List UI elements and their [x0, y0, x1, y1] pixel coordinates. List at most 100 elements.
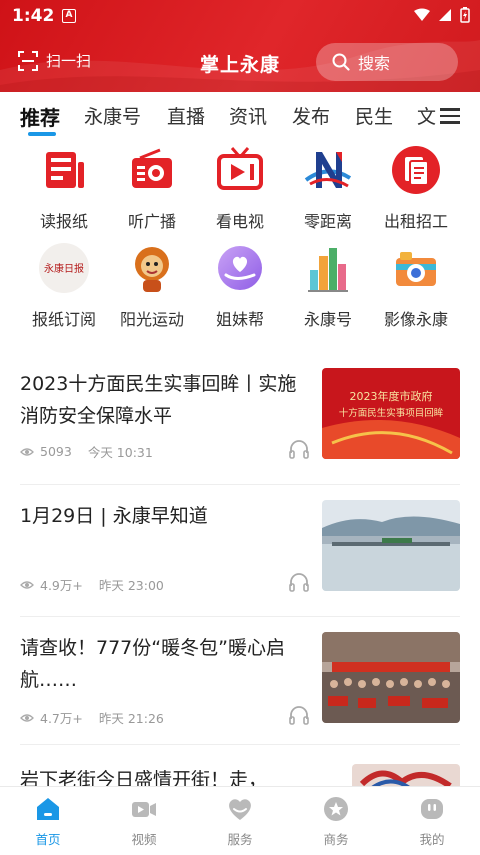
shortcut-label: 永康号: [303, 310, 352, 329]
shortcut-yongkang-account[interactable]: 永康号: [280, 242, 376, 330]
heart-hand-icon: [218, 246, 262, 290]
views-eye-icon: [20, 447, 34, 456]
tab-yongkang-hao[interactable]: 永康号: [84, 102, 141, 129]
star-badge-icon: [324, 797, 348, 821]
news-title: 2023十方面民生实事回眸丨实施消防安全保障水平: [20, 373, 297, 427]
active-tab-indicator: [28, 132, 56, 136]
shortcut-label: 姐妹帮: [215, 310, 264, 329]
bottom-nav-home[interactable]: 首页: [0, 795, 96, 848]
news-title: 1月29日 | 永康早知道: [20, 505, 208, 527]
search-placeholder: 搜索: [358, 54, 391, 73]
camera-icon: [396, 252, 436, 286]
search-box[interactable]: 搜索: [316, 43, 458, 81]
city-buildings-icon: [308, 248, 348, 292]
channel-menu-icon[interactable]: [440, 108, 460, 124]
shortcut-sunshine-sports[interactable]: 阳光运动: [104, 242, 200, 330]
views-eye-icon: [20, 580, 34, 589]
tab-publish[interactable]: 发布: [292, 102, 330, 129]
news-meta: 4.7万+ 昨天 21:26: [20, 708, 164, 727]
shortcut-label: 阳光运动: [119, 310, 184, 329]
shortcut-newspaper-subscribe[interactable]: 永康日报 报纸订阅: [16, 242, 112, 330]
status-time: 1:42: [12, 6, 55, 26]
news-views: 5093: [40, 444, 72, 459]
top-nav: 扫一扫 掌上永康 搜索: [0, 38, 480, 88]
news-meta: 4.9万+ 昨天 23:00: [20, 575, 164, 594]
news-time: 昨天 21:26: [98, 711, 164, 726]
document-icon: [392, 146, 440, 194]
news-divider: [20, 744, 460, 745]
tab-livelihood[interactable]: 民生: [355, 102, 393, 129]
shortcut-zero-distance[interactable]: 零距离: [280, 144, 376, 232]
shortcut-label: 影像永康: [383, 310, 448, 329]
radio-icon: [132, 148, 172, 188]
bottom-nav-label: 服务: [227, 832, 253, 847]
bottom-nav: 首页 视频 服务 商务 我的: [0, 786, 480, 855]
app-header: 1:42 A 扫一扫 掌上永康 搜索: [0, 0, 480, 92]
news-item[interactable]: 2023十方面民生实事回眸丨实施消防安全保障水平 5093 今天 10:31 2…: [0, 368, 480, 501]
wifi-icon: [414, 8, 430, 21]
thumb-river-town: [322, 500, 460, 591]
bottom-nav-label: 商务: [323, 832, 349, 847]
bottom-nav-label: 我的: [419, 832, 445, 847]
thumb-group-photo: [322, 632, 460, 723]
news-title: 请查收！777份“暖冬包”暖心启航……: [20, 637, 285, 691]
shortcut-label: 看电视: [215, 212, 264, 231]
news-item[interactable]: 岩下老街今日盛情开街！走，: [0, 764, 480, 855]
thumb-civil-affairs: 2023年度市政府 十方面民生实事项目回眸: [322, 368, 460, 459]
bottom-nav-label: 首页: [35, 832, 61, 847]
tab-news[interactable]: 资讯: [229, 102, 267, 129]
headphones-icon[interactable]: [288, 705, 310, 725]
shortcut-label: 零距离: [303, 212, 352, 231]
thumb-text-line2: 十方面民生实事项目回眸: [339, 407, 444, 419]
battery-icon: [460, 7, 470, 23]
app-screen: { "status_bar": { "time": "1:42", "notif…: [0, 0, 480, 855]
news-divider: [20, 484, 460, 485]
notification-icon: A: [62, 9, 76, 23]
shortcut-sisters-help[interactable]: 姐妹帮: [192, 242, 288, 330]
newspaper-icon: [46, 152, 84, 188]
news-thumbnail: 2023年度市政府 十方面民生实事项目回眸: [322, 368, 460, 459]
news-item[interactable]: 请查收！777份“暖冬包”暖心启航…… 4.7万+ 昨天 21:26: [0, 632, 480, 765]
shortcut-listen-radio[interactable]: 听广播: [104, 144, 200, 232]
news-time: 昨天 23:00: [98, 578, 164, 593]
tab-culture[interactable]: 文: [417, 102, 436, 129]
shortcut-label: 出租招工: [383, 212, 448, 231]
shortcut-images-yongkang[interactable]: 影像永康: [368, 242, 464, 330]
bottom-nav-service[interactable]: 服务: [192, 795, 288, 848]
video-icon: [132, 802, 156, 817]
shortcut-label: 读报纸: [39, 212, 88, 231]
shortcut-label: 听广播: [127, 212, 176, 231]
newspaper-logo-icon: 永康日报: [39, 243, 89, 293]
channel-tabs: 推荐 永康号 直播 资讯 发布 民生 文: [0, 92, 480, 140]
tab-recommend[interactable]: 推荐: [20, 102, 60, 131]
home-icon: [37, 798, 59, 820]
bottom-nav-video[interactable]: 视频: [96, 795, 192, 848]
n-logo-icon: [304, 152, 352, 188]
views-eye-icon: [20, 713, 34, 722]
shortcut-read-newspaper[interactable]: 读报纸: [16, 144, 112, 232]
mascot-icon: [135, 247, 169, 292]
status-bar: 1:42 A: [0, 0, 480, 32]
profile-icon: [421, 799, 443, 819]
headphones-icon[interactable]: [288, 439, 310, 459]
heart-icon: [229, 799, 251, 820]
bottom-nav-profile[interactable]: 我的: [384, 795, 480, 848]
tab-live[interactable]: 直播: [167, 102, 205, 129]
headphones-icon[interactable]: [288, 572, 310, 592]
tv-icon: [217, 147, 263, 190]
search-icon: [332, 53, 350, 71]
shortcut-watch-tv[interactable]: 看电视: [192, 144, 288, 232]
shortcut-rent-hire[interactable]: 出租招工: [368, 144, 464, 232]
thumb-text-line1: 2023年度市政府: [350, 389, 433, 403]
shortcut-grid: 读报纸 听广播 看电视 零距离 出租招工 永康日报 报纸订阅 阳光运动 姐妹帮 …: [0, 140, 480, 340]
news-views: 4.7万+: [40, 711, 83, 726]
signal-icon: [439, 9, 451, 21]
news-views: 4.9万+: [40, 578, 83, 593]
status-icons: [414, 7, 470, 23]
bottom-nav-label: 视频: [131, 832, 157, 847]
news-item[interactable]: 1月29日 | 永康早知道 4.9万+ 昨天 23:00: [0, 500, 480, 633]
bottom-nav-business[interactable]: 商务: [288, 795, 384, 848]
shortcut-label: 报纸订阅: [31, 310, 96, 329]
news-thumbnail: [322, 500, 460, 591]
news-thumbnail: [322, 632, 460, 723]
